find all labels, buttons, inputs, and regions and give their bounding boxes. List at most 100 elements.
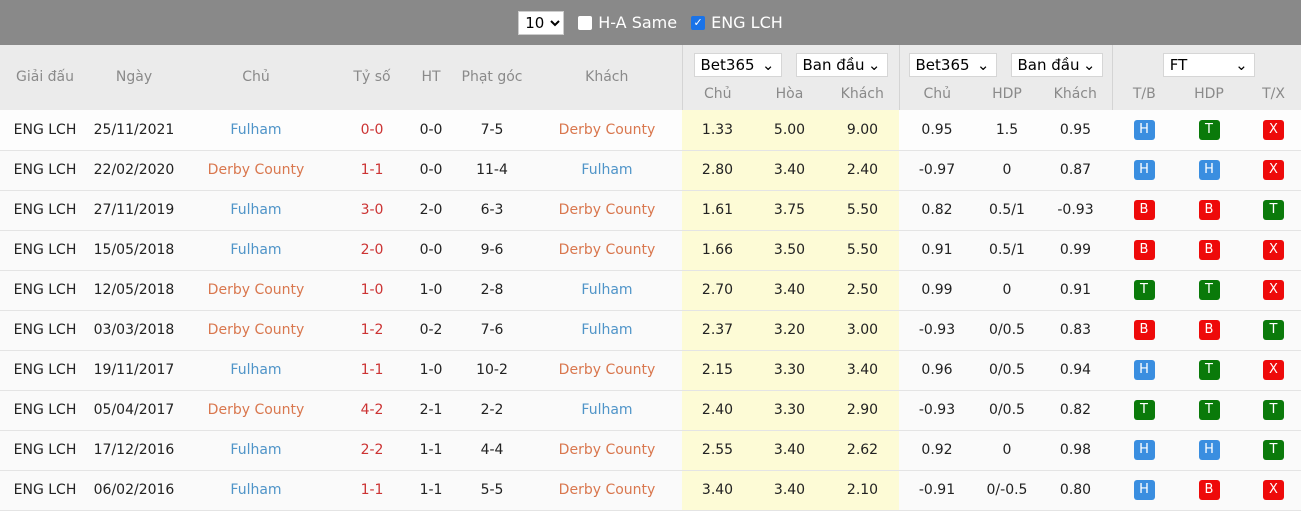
handicap-home-cell: -0.93 xyxy=(899,390,975,431)
result-tb-badge-cell: H xyxy=(1112,110,1176,151)
away-team-link[interactable]: Derby County xyxy=(532,110,682,151)
away-team-link[interactable]: Fulham xyxy=(532,390,682,431)
header-handicap-away: Khách xyxy=(1039,78,1112,110)
home-team-link[interactable]: Derby County xyxy=(178,150,334,191)
header-away: Khách xyxy=(532,45,682,110)
result-tx-badge: X xyxy=(1263,240,1284,260)
result-hdp-badge: H xyxy=(1198,160,1220,180)
away-team-link[interactable]: Derby County xyxy=(532,470,682,511)
date-cell: 06/02/2016 xyxy=(90,470,178,511)
handicap-away-cell: 0.99 xyxy=(1039,230,1112,271)
result-tb-badge-cell: B xyxy=(1112,230,1176,271)
handicap-type-select[interactable]: Ban đầu ⌄ xyxy=(1010,53,1103,77)
corners-cell: 11-4 xyxy=(452,150,532,191)
league-filter-checkbox[interactable]: ✓ ENG LCH xyxy=(691,13,783,32)
handicap-bookmaker-select[interactable]: Bet365 ⌄ xyxy=(908,53,997,77)
result-tb-badge: B xyxy=(1133,240,1155,260)
home-team-link[interactable]: Fulham xyxy=(178,230,334,271)
home-team-link[interactable]: Fulham xyxy=(178,110,334,151)
score-cell: 1-2 xyxy=(334,310,410,351)
date-cell: 05/04/2017 xyxy=(90,390,178,431)
away-team-link[interactable]: Fulham xyxy=(532,310,682,351)
result-tb-badge-cell: B xyxy=(1112,310,1176,351)
result-hdp-badge: B xyxy=(1198,480,1220,500)
result-tx-badge: T xyxy=(1263,200,1284,220)
odds-bookmaker-select[interactable]: Bet365 ⌄ xyxy=(693,53,782,77)
halftime-score-cell: 0-2 xyxy=(410,310,452,351)
header-date: Ngày xyxy=(90,45,178,110)
header-league: Giải đấu xyxy=(0,45,90,110)
checkbox-unchecked-icon[interactable] xyxy=(578,15,593,30)
result-tb-badge: T xyxy=(1133,280,1155,300)
result-hdp-badge: T xyxy=(1198,360,1220,380)
away-team-link[interactable]: Derby County xyxy=(532,230,682,271)
chevron-down-icon: ⌄ xyxy=(976,56,990,74)
period-select[interactable]: FT ⌄ xyxy=(1162,53,1255,77)
score-cell: 1-1 xyxy=(334,150,410,191)
home-team-link[interactable]: Fulham xyxy=(178,470,334,511)
date-cell: 22/02/2020 xyxy=(90,150,178,191)
handicap-selectors: Bet365 ⌄ Ban đầu ⌄ xyxy=(898,45,1112,78)
result-tx-badge-cell: T xyxy=(1242,430,1301,471)
away-team-link[interactable]: Derby County xyxy=(532,350,682,391)
result-tx-badge-cell: T xyxy=(1242,190,1301,231)
home-team-link[interactable]: Fulham xyxy=(178,430,334,471)
match-row: ENG LCH 27/11/2019 Fulham 3-0 2-0 6-3 Derby Co… xyxy=(0,190,1301,231)
odds-home-cell: 1.66 xyxy=(682,230,753,271)
halftime-score-cell: 0-0 xyxy=(410,110,452,151)
score-cell: 3-0 xyxy=(334,190,410,231)
checkbox-checked-icon[interactable]: ✓ xyxy=(691,15,706,30)
odds-draw-cell: 3.50 xyxy=(753,230,826,271)
away-team-link[interactable]: Derby County xyxy=(532,430,682,471)
corners-cell: 2-8 xyxy=(452,270,532,311)
odds-away-cell: 3.00 xyxy=(826,310,899,351)
home-team-link[interactable]: Derby County xyxy=(178,310,334,351)
home-team-link[interactable]: Derby County xyxy=(178,270,334,311)
chevron-down-icon: ⌄ xyxy=(761,56,775,74)
ha-same-checkbox[interactable]: H-A Same xyxy=(578,13,677,32)
home-team-link[interactable]: Derby County xyxy=(178,390,334,431)
league-cell: ENG LCH xyxy=(0,230,90,271)
score-cell: 4-2 xyxy=(334,390,410,431)
header-score: Tỷ số xyxy=(334,45,410,110)
odds-draw-cell: 3.30 xyxy=(753,350,826,391)
home-team-link[interactable]: Fulham xyxy=(178,190,334,231)
odds-draw-cell: 3.40 xyxy=(753,470,826,511)
odds-draw-cell: 3.30 xyxy=(753,390,826,431)
match-count-select[interactable]: 10 xyxy=(518,10,565,35)
odds-type-select[interactable]: Ban đầu ⌄ xyxy=(795,53,888,77)
odds-away-cell: 2.90 xyxy=(826,390,899,431)
odds-home-cell: 3.40 xyxy=(682,470,753,511)
halftime-score-cell: 1-0 xyxy=(410,270,452,311)
date-cell: 27/11/2019 xyxy=(90,190,178,231)
away-team-link[interactable]: Fulham xyxy=(532,270,682,311)
away-team-link[interactable]: Fulham xyxy=(532,150,682,191)
league-cell: ENG LCH xyxy=(0,470,90,511)
date-cell: 17/12/2016 xyxy=(90,430,178,471)
filter-bar: 10 H-A Same ✓ ENG LCH xyxy=(0,0,1301,45)
match-row: ENG LCH 17/12/2016 Fulham 2-2 1-1 4-4 Derby Co… xyxy=(0,430,1301,471)
odds-home-cell: 2.15 xyxy=(682,350,753,391)
header-home: Chủ xyxy=(178,45,334,110)
header-corners: Phạt góc xyxy=(452,45,532,110)
result-tx-badge: X xyxy=(1263,119,1284,140)
handicap-home-cell: -0.91 xyxy=(899,470,975,511)
handicap-away-cell: 0.82 xyxy=(1039,390,1112,431)
score-cell: 1-0 xyxy=(334,270,410,311)
result-tx-badge: X xyxy=(1263,160,1284,180)
halftime-score-cell: 1-0 xyxy=(410,350,452,391)
league-cell: ENG LCH xyxy=(0,110,90,151)
score-cell: 2-0 xyxy=(334,230,410,271)
league-cell: ENG LCH xyxy=(0,390,90,431)
league-cell: ENG LCH xyxy=(0,310,90,351)
home-team-link[interactable]: Fulham xyxy=(178,350,334,391)
result-tb-badge: H xyxy=(1133,480,1155,500)
period-value: FT xyxy=(1169,56,1188,74)
result-hdp-badge: B xyxy=(1198,200,1220,220)
handicap-line-cell: 0/0.5 xyxy=(975,310,1039,351)
result-hdp-badge: T xyxy=(1198,280,1220,300)
odds-draw-cell: 3.75 xyxy=(753,190,826,231)
away-team-link[interactable]: Derby County xyxy=(532,190,682,231)
match-row: ENG LCH 05/04/2017 Derby County 4-2 2-1 2-2 Fu… xyxy=(0,390,1301,431)
match-row: ENG LCH 25/11/2021 Fulham 0-0 0-0 7-5 Derby Co… xyxy=(0,110,1301,151)
